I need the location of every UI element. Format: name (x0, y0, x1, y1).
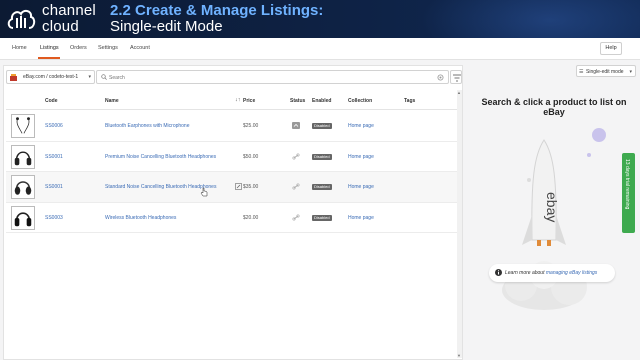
row-name[interactable]: Wireless Bluetooth Headphones (105, 215, 176, 221)
mode-label: Single-edit mode (586, 69, 624, 75)
header-enabled[interactable]: Enabled (312, 98, 331, 104)
editor-panel: ☰ Single-edit mode ▾ Search & click a pr… (467, 60, 640, 360)
header-collection[interactable]: Collection (348, 98, 372, 104)
status-badge: Disabled (312, 184, 332, 190)
learn-more-link[interactable]: managing eBay listings (546, 270, 597, 276)
course-banner: channel cloud 2.2 Create & Manage Listin… (0, 0, 640, 38)
link-icon (292, 213, 300, 221)
search-icon (101, 74, 107, 80)
header-price[interactable]: Price (243, 98, 255, 104)
learn-more-callout[interactable]: Learn more about managing eBay listings (489, 264, 615, 282)
product-thumbnail (11, 205, 35, 230)
product-thumbnail (11, 114, 35, 138)
row-name[interactable]: Premium Noise Cancelling Bluetooth Headp… (105, 154, 216, 160)
empty-state-heading: Search & click a product to list on eBay (481, 97, 627, 117)
status-icon (292, 122, 300, 129)
banner-glow (420, 0, 640, 38)
row-collection[interactable]: Home page (348, 184, 374, 190)
learn-more-prefix: Learn more about (505, 270, 545, 276)
table-body: SS0006 Bluetooth Earphones with Micropho… (6, 111, 458, 233)
hand-cursor-icon (200, 187, 208, 197)
brand-line2: cloud (42, 18, 79, 35)
table-row[interactable]: SS0006 Bluetooth Earphones with Micropho… (6, 111, 458, 142)
header-tags[interactable]: Tags (404, 98, 415, 104)
rocket-illustration-icon: ebay (502, 128, 606, 310)
store-label: eBay.com / codeto-test-1 (23, 74, 79, 80)
info-icon (495, 269, 502, 276)
filter-button[interactable] (450, 70, 462, 84)
nav-settings[interactable]: Settings (98, 45, 118, 51)
nav-account[interactable]: Account (130, 45, 150, 51)
nav-orders[interactable]: Orders (70, 45, 87, 51)
store-selector[interactable]: eBay.com / codeto-test-1 ▾ (6, 70, 95, 84)
table-header: Code Name ↓↑ Price Status Enabled Collec… (6, 92, 458, 110)
row-collection[interactable]: Home page (348, 215, 374, 221)
mode-selector[interactable]: ☰ Single-edit mode ▾ (576, 65, 636, 77)
row-price: $50.00 (243, 153, 259, 160)
rocket-label: ebay (544, 192, 560, 222)
sort-icon[interactable]: ↓↑ (235, 97, 241, 103)
product-thumbnail (11, 144, 35, 169)
listings-toolbar: eBay.com / codeto-test-1 ▾ (6, 70, 462, 84)
row-name[interactable]: Bluetooth Earphones with Microphone (105, 123, 190, 129)
active-tab-indicator (38, 57, 60, 59)
row-price: $25.00 (243, 123, 259, 129)
filter-icon (453, 74, 461, 82)
trial-remaining-tab[interactable]: 13 days trial remaining (622, 153, 635, 233)
channelcloud-logo-icon (7, 9, 36, 29)
table-row[interactable]: SS0001 Standard Noise Cancelling Bluetoo… (6, 172, 458, 203)
top-nav: Home Listings Orders Settings Account He… (0, 38, 640, 60)
ebay-store-icon (10, 74, 17, 81)
row-price: $20.00 (243, 214, 259, 221)
learn-more-text: Learn more about managing eBay listings (505, 270, 597, 276)
table-row[interactable]: SS0001 Premium Noise Cancelling Bluetoot… (6, 142, 458, 172)
help-button[interactable]: Help (600, 42, 622, 55)
status-badge: Disabled (312, 123, 332, 129)
trial-remaining-label: 13 days trial remaining (624, 159, 630, 210)
header-name[interactable]: Name (105, 98, 119, 104)
product-thumbnail (11, 175, 35, 199)
status-badge: Disabled (312, 214, 332, 221)
scroll-down-icon[interactable]: ▼ (457, 353, 461, 358)
gear-icon[interactable] (437, 74, 444, 81)
link-icon (292, 183, 300, 190)
course-title: 2.2 Create & Manage Listings: (110, 2, 324, 19)
chevron-down-icon: ▾ (88, 74, 91, 80)
row-price: $35.00 (243, 184, 259, 190)
list-icon: ☰ (579, 69, 584, 75)
listings-panel: eBay.com / codeto-test-1 ▾ Code Name ↓↑ … (3, 65, 463, 360)
header-code[interactable]: Code (45, 98, 58, 104)
link-icon (292, 152, 300, 160)
table-scrollbar[interactable]: ▲ ▼ (457, 90, 462, 358)
status-badge: Disabled (312, 153, 332, 160)
search-input[interactable] (109, 73, 409, 82)
edit-icon[interactable] (235, 183, 242, 190)
course-subtitle: Single-edit Mode (110, 18, 223, 35)
row-code[interactable]: SS0001 (45, 184, 63, 190)
row-code[interactable]: SS0003 (45, 215, 63, 221)
brand-wordmark: channel cloud (42, 3, 96, 35)
search-box (96, 70, 449, 84)
nav-home[interactable]: Home (12, 45, 27, 51)
row-code[interactable]: SS0006 (45, 123, 63, 129)
row-code[interactable]: SS0001 (45, 154, 63, 160)
row-collection[interactable]: Home page (348, 123, 374, 129)
header-status[interactable]: Status (290, 98, 305, 104)
table-row[interactable]: SS0003 Wireless Bluetooth Headphones $20… (6, 203, 458, 233)
nav-listings[interactable]: Listings (40, 45, 59, 51)
brand-line1: channel (42, 2, 96, 19)
chevron-down-icon: ▾ (629, 69, 632, 75)
scroll-up-icon[interactable]: ▲ (457, 90, 461, 95)
row-collection[interactable]: Home page (348, 154, 374, 160)
